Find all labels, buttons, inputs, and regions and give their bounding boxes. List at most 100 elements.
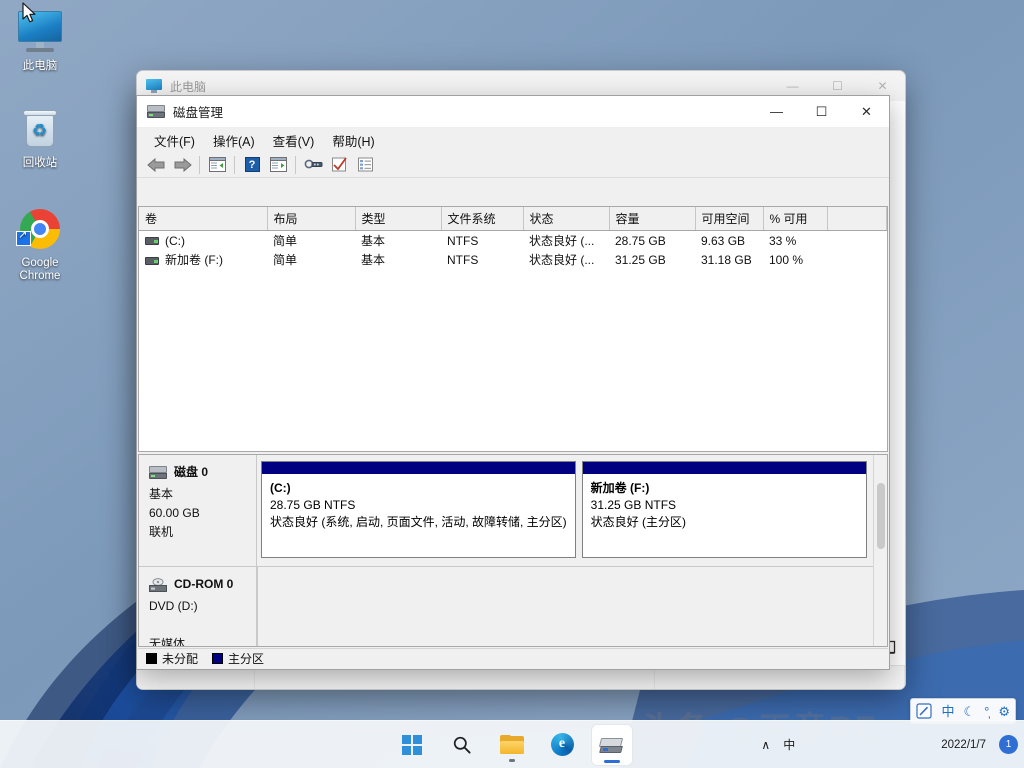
- partition-status: 状态良好 (主分区): [591, 515, 686, 529]
- cell-free-space: 31.18 GB: [695, 250, 763, 269]
- file-explorer-button[interactable]: [492, 725, 532, 765]
- desktop-icon-recycle-bin[interactable]: ♻ 回收站: [0, 105, 80, 170]
- mouse-cursor-icon: [22, 2, 38, 24]
- cell-free-space: 9.63 GB: [695, 231, 763, 251]
- disk-management-title-label: 磁盘管理: [173, 102, 223, 121]
- partition-c[interactable]: (C:) 28.75 GB NTFS 状态良好 (系统, 启动, 页面文件, 活…: [261, 461, 576, 558]
- toolbar-separator: [295, 156, 296, 174]
- task-list-icon[interactable]: [352, 154, 378, 176]
- col-type[interactable]: 类型: [355, 207, 441, 231]
- legend-label: 主分区: [228, 650, 264, 667]
- toolbar-separator: [234, 156, 235, 174]
- col-free-space[interactable]: 可用空间: [695, 207, 763, 231]
- cell-status: 状态良好 (...: [523, 250, 609, 269]
- volume-icon: [145, 257, 159, 265]
- legend-unallocated: 未分配: [146, 650, 198, 667]
- cell-capacity: 31.25 GB: [609, 250, 695, 269]
- dm-maximize-button[interactable]: ☐: [799, 96, 844, 128]
- table-row[interactable]: (C:) 简单 基本 NTFS 状态良好 (... 28.75 GB 9.63 …: [139, 231, 887, 251]
- legend-primary-partition: 主分区: [212, 650, 264, 667]
- disk-info-panel: 磁盘 0 基本 60.00 GB 联机: [139, 455, 257, 566]
- menu-action[interactable]: 操作(A): [204, 128, 264, 153]
- partition-legend: 未分配 主分区: [138, 648, 888, 668]
- disk-row-0[interactable]: 磁盘 0 基本 60.00 GB 联机 (C:) 28.75 GB NTFS 状…: [139, 455, 873, 567]
- disk-management-title-bar[interactable]: 磁盘管理 — ☐ ✕: [137, 96, 889, 128]
- partition-size-fs: 28.75 GB NTFS: [270, 498, 355, 512]
- notification-badge-icon[interactable]: 1: [999, 735, 1018, 754]
- disk-type: DVD (D:): [149, 597, 248, 616]
- partition-f[interactable]: 新加卷 (F:) 31.25 GB NTFS 状态良好 (主分区): [582, 461, 867, 558]
- clock-date: 2022/1/7: [941, 738, 986, 752]
- edge-button[interactable]: e: [542, 725, 582, 765]
- desktop-icon-this-pc[interactable]: 此电脑: [0, 8, 80, 73]
- col-filesystem[interactable]: 文件系统: [441, 207, 523, 231]
- help-icon[interactable]: ?: [239, 154, 265, 176]
- handwriting-pen-icon[interactable]: [916, 703, 932, 719]
- col-percent-free[interactable]: % 可用: [763, 207, 827, 231]
- col-volume[interactable]: 卷: [139, 207, 267, 231]
- show-hide-console-tree-icon[interactable]: [204, 154, 230, 176]
- cell-filesystem: NTFS: [441, 250, 523, 269]
- volume-table: 卷 布局 类型 文件系统 状态 容量 可用空间 % 可用 (C:) 简单: [139, 207, 887, 269]
- col-capacity[interactable]: 容量: [609, 207, 695, 231]
- cell-percent-free: 100 %: [763, 250, 827, 269]
- volume-list[interactable]: 卷 布局 类型 文件系统 状态 容量 可用空间 % 可用 (C:) 简单: [138, 206, 888, 452]
- scrollbar-thumb[interactable]: [877, 483, 885, 549]
- cell-layout: 简单: [267, 250, 355, 269]
- menu-bar: 文件(F) 操作(A) 查看(V) 帮助(H): [137, 128, 889, 152]
- disk-management-button[interactable]: [592, 725, 632, 765]
- cell-volume: (C:): [139, 231, 267, 251]
- explorer-title-label: 此电脑: [170, 78, 206, 95]
- desktop-icon-label-2: Chrome: [0, 270, 80, 283]
- start-button[interactable]: [392, 725, 432, 765]
- dm-minimize-button[interactable]: —: [754, 96, 799, 128]
- search-button[interactable]: [442, 725, 482, 765]
- menu-file[interactable]: 文件(F): [145, 128, 204, 153]
- graphical-view[interactable]: 磁盘 0 基本 60.00 GB 联机 (C:) 28.75 GB NTFS 状…: [138, 454, 888, 647]
- desktop-icon-label: 回收站: [0, 157, 80, 170]
- this-pc-icon: [146, 79, 162, 93]
- moon-icon[interactable]: ☾: [963, 705, 975, 718]
- toolbar-separator: [199, 156, 200, 174]
- dm-close-button[interactable]: ✕: [844, 96, 889, 128]
- graphical-view-scrollbar[interactable]: [873, 455, 887, 646]
- partition-color-bar: [262, 462, 575, 475]
- show-hide-action-pane-icon[interactable]: [265, 154, 291, 176]
- rescan-disks-icon[interactable]: [326, 154, 352, 176]
- desktop-icon-chrome[interactable]: Google Chrome: [0, 205, 80, 283]
- folder-icon: [500, 735, 524, 754]
- disk-drive-icon: [149, 466, 167, 479]
- col-blank[interactable]: [827, 207, 887, 231]
- menu-help[interactable]: 帮助(H): [323, 128, 383, 153]
- cell-blank: [827, 250, 887, 269]
- chrome-icon: [16, 205, 64, 253]
- clock[interactable]: 2022/1/7: [941, 738, 986, 752]
- disk-drive-icon: [147, 105, 165, 118]
- partition-label: 新加卷 (F:): [591, 481, 650, 495]
- disk-row-cdrom[interactable]: CD-ROM 0 DVD (D:) 无媒体: [139, 567, 873, 646]
- tray-ime-indicator[interactable]: 中: [783, 736, 795, 753]
- chinese-mode-icon[interactable]: 中: [941, 705, 954, 718]
- partition-status: 状态良好 (系统, 启动, 页面文件, 活动, 故障转储, 主分区): [270, 515, 567, 529]
- volume-icon: [145, 237, 159, 245]
- disk-name: CD-ROM 0: [174, 575, 233, 594]
- back-arrow-icon[interactable]: [143, 154, 169, 176]
- disk-size: [149, 616, 248, 635]
- properties-icon[interactable]: [300, 154, 326, 176]
- col-layout[interactable]: 布局: [267, 207, 355, 231]
- cell-volume: 新加卷 (F:): [139, 250, 267, 269]
- tray-chevron-icon[interactable]: ∧: [761, 738, 770, 752]
- punctuation-icon[interactable]: °̦: [984, 705, 989, 718]
- disk-management-window[interactable]: 磁盘管理 — ☐ ✕ 文件(F) 操作(A) 查看(V) 帮助(H): [136, 95, 890, 670]
- table-row[interactable]: 新加卷 (F:) 简单 基本 NTFS 状态良好 (... 31.25 GB 3…: [139, 250, 887, 269]
- cdrom-icon: [149, 578, 167, 592]
- disk-info-panel: CD-ROM 0 DVD (D:) 无媒体: [139, 567, 257, 646]
- settings-gear-icon[interactable]: ⚙: [998, 705, 1010, 718]
- cell-filesystem: NTFS: [441, 231, 523, 251]
- forward-arrow-icon[interactable]: [169, 154, 195, 176]
- legend-swatch: [212, 653, 223, 664]
- col-status[interactable]: 状态: [523, 207, 609, 231]
- cdrom-empty-area[interactable]: [257, 567, 873, 646]
- cell-capacity: 28.75 GB: [609, 231, 695, 251]
- menu-view[interactable]: 查看(V): [264, 128, 324, 153]
